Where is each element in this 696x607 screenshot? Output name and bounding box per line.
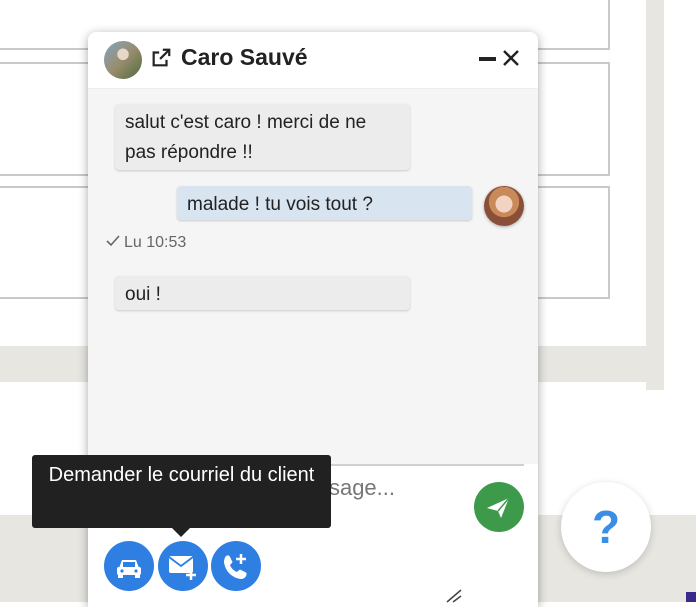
help-button[interactable]: ? [561,482,651,572]
message-outgoing: malade ! tu vois tout ? [177,186,472,220]
send-button[interactable] [474,482,524,532]
contact-avatar[interactable] [104,41,142,79]
request-email-button[interactable] [158,541,208,591]
tooltip: Demander le courriel du client [32,455,331,528]
car-button[interactable] [104,541,154,591]
contact-name: Caro Sauvé [181,44,308,70]
message-incoming: salut c'est caro ! merci de ne pas répon… [115,104,410,170]
sender-avatar [484,186,524,226]
popout-icon[interactable] [150,47,172,69]
phone-plus-icon [224,554,247,579]
chat-header: Caro Sauvé [88,32,538,89]
request-phone-button[interactable] [211,541,261,591]
tooltip-arrow [171,527,191,537]
read-receipt-text: Lu 10:53 [124,234,187,251]
mail-plus-icon [168,556,196,580]
read-receipt: Lu 10:53 [106,234,186,252]
car-icon [117,560,141,578]
check-icon [106,235,120,247]
background-corner [686,592,696,602]
close-icon[interactable] [502,49,520,67]
send-icon [487,497,510,518]
background-gutter [646,0,664,390]
message-incoming: oui ! [115,276,410,310]
minimize-icon[interactable] [479,57,496,61]
